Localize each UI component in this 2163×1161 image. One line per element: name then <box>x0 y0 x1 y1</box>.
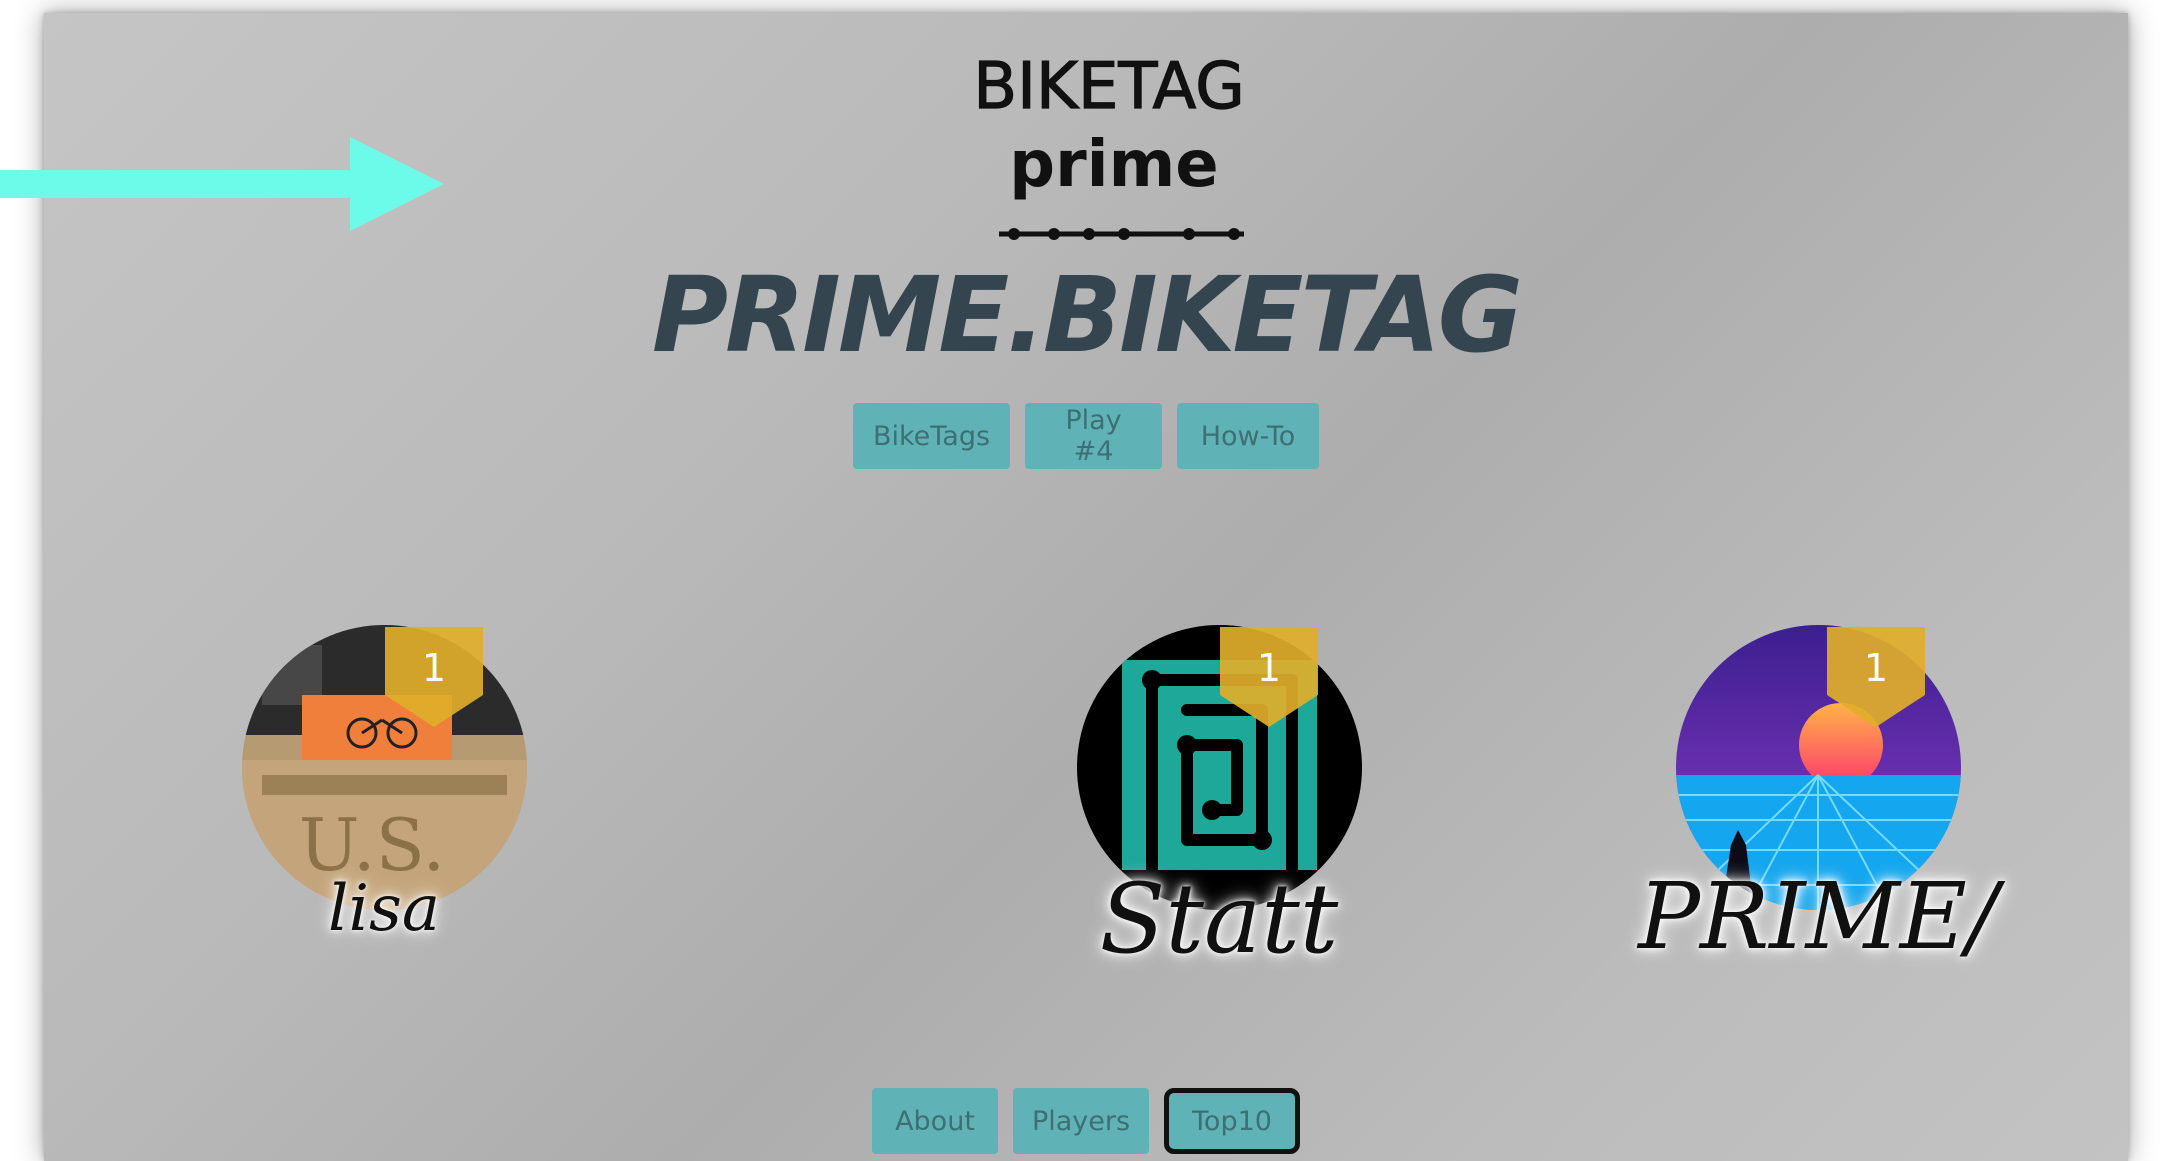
about-button[interactable]: About <box>872 1088 998 1154</box>
player-name[interactable]: Statt <box>1009 871 1429 967</box>
logo-line2: prime <box>1009 128 1218 202</box>
top-nav: BikeTags Play #4 How-To <box>44 403 2128 469</box>
player-card[interactable]: 1 Statt <box>1009 613 1429 1033</box>
top10-button[interactable]: Top10 <box>1164 1088 1300 1154</box>
site-title: PRIME.BIKETAG <box>651 254 1523 376</box>
logo-graphic: BIKETAG prime <box>973 49 1245 240</box>
player-card[interactable]: 1 PRIME/ <box>1608 613 2028 1033</box>
rank-number: 1 <box>421 646 447 690</box>
bottom-nav: About Players Top10 <box>44 1088 2128 1154</box>
rank-badge: 1 <box>385 627 483 727</box>
pointer-arrow-icon <box>0 137 444 231</box>
rank-number: 1 <box>1863 646 1889 690</box>
how-to-button[interactable]: How-To <box>1177 403 1319 469</box>
player-card[interactable]: U.S. 1 lisa <box>174 613 594 1033</box>
biketag-prime-logo[interactable]: BIKETAG prime <box>934 33 1284 248</box>
player-name[interactable]: lisa <box>174 877 594 941</box>
rank-number: 1 <box>1256 646 1282 690</box>
biketags-button[interactable]: BikeTags <box>853 403 1010 469</box>
players-button[interactable]: Players <box>1013 1088 1149 1154</box>
rank-badge: 1 <box>1827 627 1925 727</box>
logo-line1: BIKETAG <box>973 50 1245 124</box>
rank-badge: 1 <box>1220 627 1318 727</box>
play-button[interactable]: Play #4 <box>1025 403 1162 469</box>
player-name[interactable]: PRIME/ <box>1608 871 2028 963</box>
